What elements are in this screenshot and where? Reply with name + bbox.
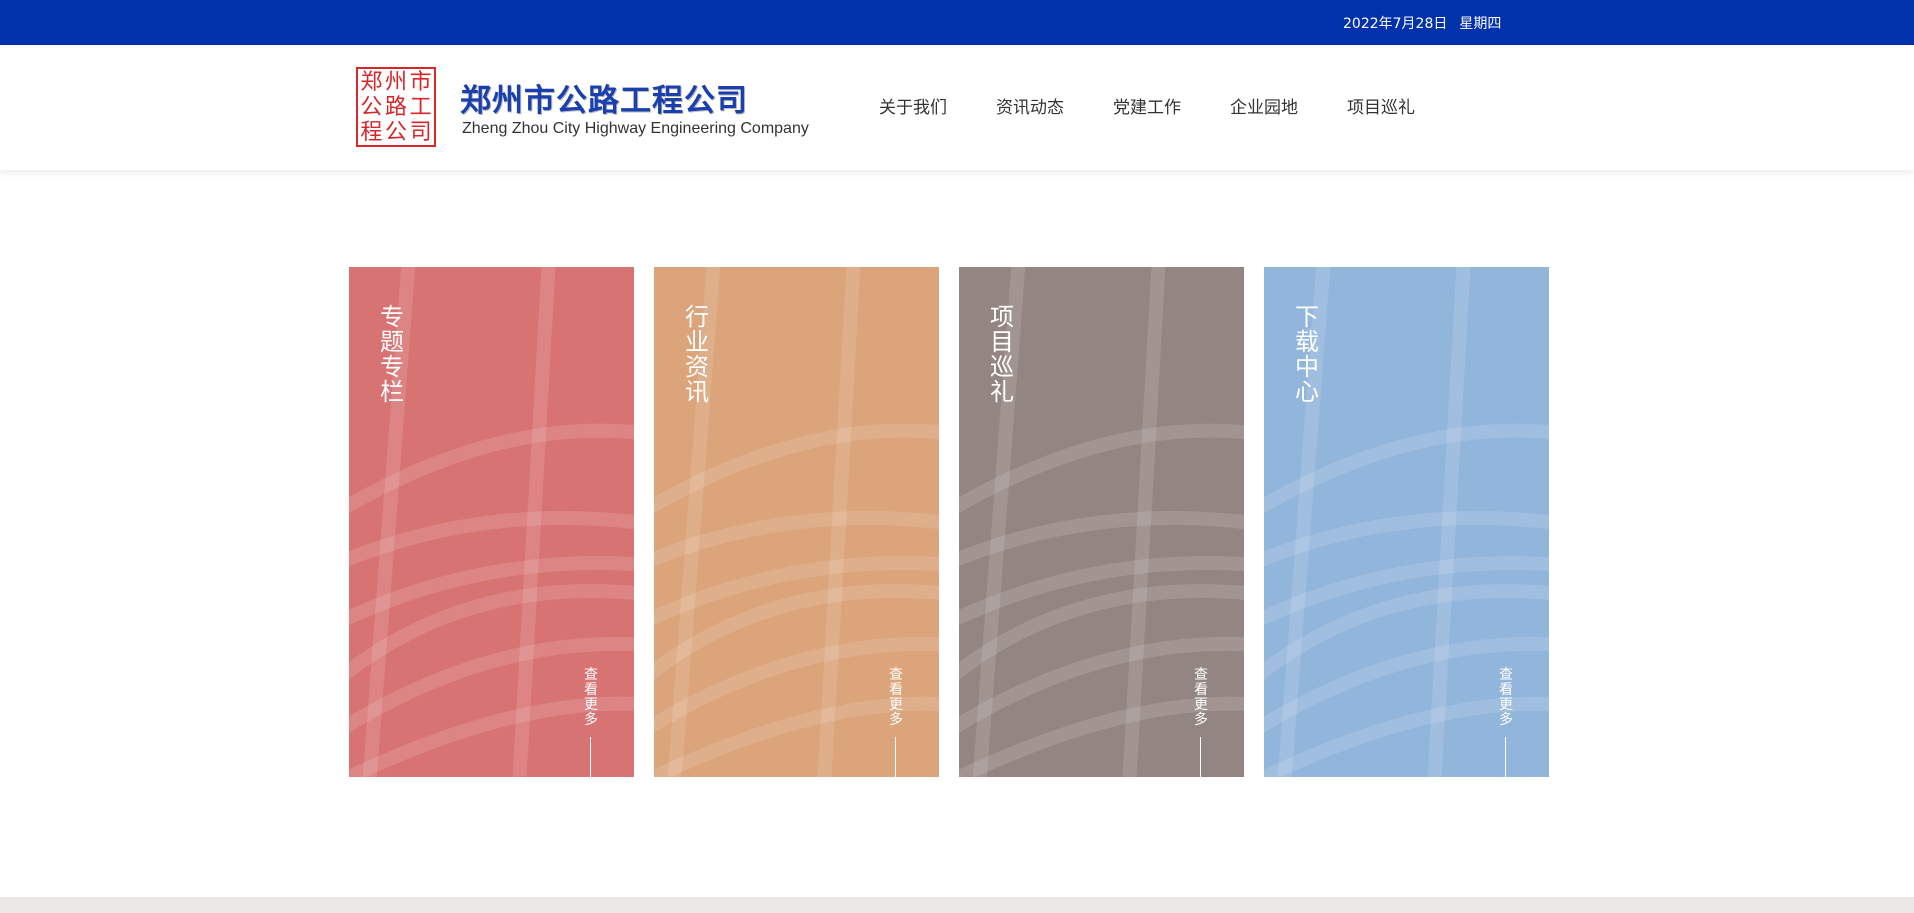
seal-char: 公: [384, 120, 407, 145]
card-title: 专题专栏: [380, 303, 404, 406]
seal-char: 郑: [360, 70, 383, 95]
card-download-center[interactable]: 下载中心 查看更多: [1264, 267, 1549, 777]
company-name-en: Zheng Zhou City Highway Engineering Comp…: [462, 120, 809, 137]
card-title: 下载中心: [1295, 303, 1319, 406]
top-bar: 2022年7月28日 星期四: [0, 0, 1914, 45]
view-more-link[interactable]: 查看更多: [1192, 668, 1210, 728]
company-seal-logo[interactable]: 郑 州 市 公 路 工 程 公 司: [356, 67, 436, 147]
view-more-link[interactable]: 查看更多: [582, 668, 600, 728]
company-name-cn[interactable]: 郑州市公路工程公司: [460, 75, 748, 120]
seal-char: 程: [360, 120, 383, 145]
seal-char: 州: [384, 70, 407, 95]
nav-item-projects[interactable]: 项目巡礼: [1347, 93, 1415, 118]
card-title: 项目巡礼: [990, 303, 1014, 406]
footer-strip: [0, 897, 1914, 913]
nav-item-party[interactable]: 党建工作: [1113, 93, 1181, 118]
date-text: 2022年7月28日: [1343, 16, 1448, 32]
nav-item-corporate[interactable]: 企业园地: [1230, 93, 1298, 118]
seal-char: 市: [409, 70, 432, 95]
card-project-tour[interactable]: 项目巡礼 查看更多: [959, 267, 1244, 777]
weekday-text: 星期四: [1459, 16, 1502, 32]
view-more-link[interactable]: 查看更多: [887, 668, 905, 728]
seal-char: 工: [409, 95, 432, 120]
current-date: 2022年7月28日 星期四: [1343, 13, 1501, 33]
feature-cards: 专题专栏 查看更多 行业资讯 查看更多 项目巡礼 查看更多 下载中心 查看更多: [349, 267, 1549, 777]
site-header: 郑 州 市 公 路 工 程 公 司 郑州市公路工程公司 Zheng Zhou C…: [0, 45, 1914, 170]
view-more-line: [590, 737, 591, 777]
view-more-line: [895, 737, 896, 777]
nav-item-about[interactable]: 关于我们: [879, 93, 947, 118]
view-more-line: [1200, 737, 1201, 777]
view-more-link[interactable]: 查看更多: [1497, 668, 1515, 728]
seal-char: 司: [409, 120, 432, 145]
card-title: 行业资讯: [685, 303, 709, 406]
seal-char: 路: [384, 95, 407, 120]
nav-item-news[interactable]: 资讯动态: [996, 93, 1064, 118]
view-more-line: [1505, 737, 1506, 777]
main-nav: 关于我们 资讯动态 党建工作 企业园地 项目巡礼: [879, 93, 1415, 118]
seal-char: 公: [360, 95, 383, 120]
card-industry-news[interactable]: 行业资讯 查看更多: [654, 267, 939, 777]
card-special-topics[interactable]: 专题专栏 查看更多: [349, 267, 634, 777]
